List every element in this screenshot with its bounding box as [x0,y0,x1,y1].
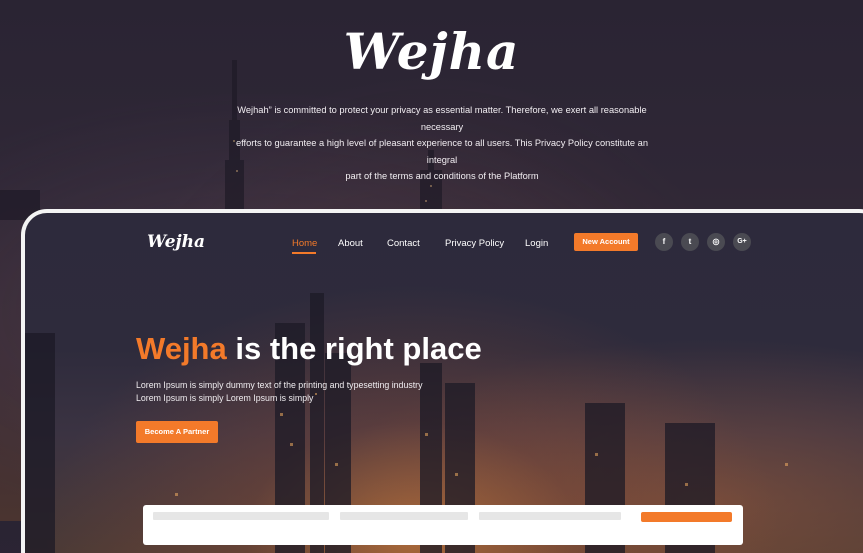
facebook-icon[interactable]: f [655,233,673,251]
google-plus-icon[interactable]: G+ [733,233,751,251]
hero-subtitle: Lorem Ipsum is simply dummy text of the … [136,379,456,405]
search-field-2[interactable] [340,512,468,520]
become-partner-button[interactable]: Become A Partner [136,421,218,443]
hero-title: Wejha is the right place [136,331,482,367]
search-field-3[interactable] [479,512,621,520]
top-logo: Wejha [343,22,520,81]
hero-title-rest: is the right place [226,331,482,366]
nav-login[interactable]: Login [525,238,548,249]
search-card [143,505,743,545]
nav-home[interactable]: Home [292,238,317,249]
intro-line: efforts to guarantee a high level of ple… [235,138,649,165]
nav-logo[interactable]: Wejha [147,232,205,252]
hero-title-accent: Wejha [136,331,227,366]
nav-about[interactable]: About [338,238,363,249]
instagram-icon[interactable]: ◎ [707,233,725,251]
intro-line: Wejhah” is committed to protect your pri… [237,105,647,132]
hero-subtitle-line: Lorem Ipsum is simply dummy text of the … [136,380,423,390]
intro-line: part of the terms and conditions of the … [345,171,539,181]
privacy-intro: Wejhah” is committed to protect your pri… [220,102,664,185]
nav-active-indicator [292,252,316,254]
new-account-button[interactable]: New Account [574,233,638,251]
nav-privacy-policy[interactable]: Privacy Policy [445,238,504,249]
search-field-1[interactable] [153,512,329,520]
nav-contact[interactable]: Contact [387,238,420,249]
twitter-icon[interactable]: t [681,233,699,251]
website-preview-frame: Wejha Home About Contact Privacy Policy … [21,209,863,553]
hero-subtitle-line: Lorem Ipsum is simply Lorem Ipsum is sim… [136,393,314,403]
